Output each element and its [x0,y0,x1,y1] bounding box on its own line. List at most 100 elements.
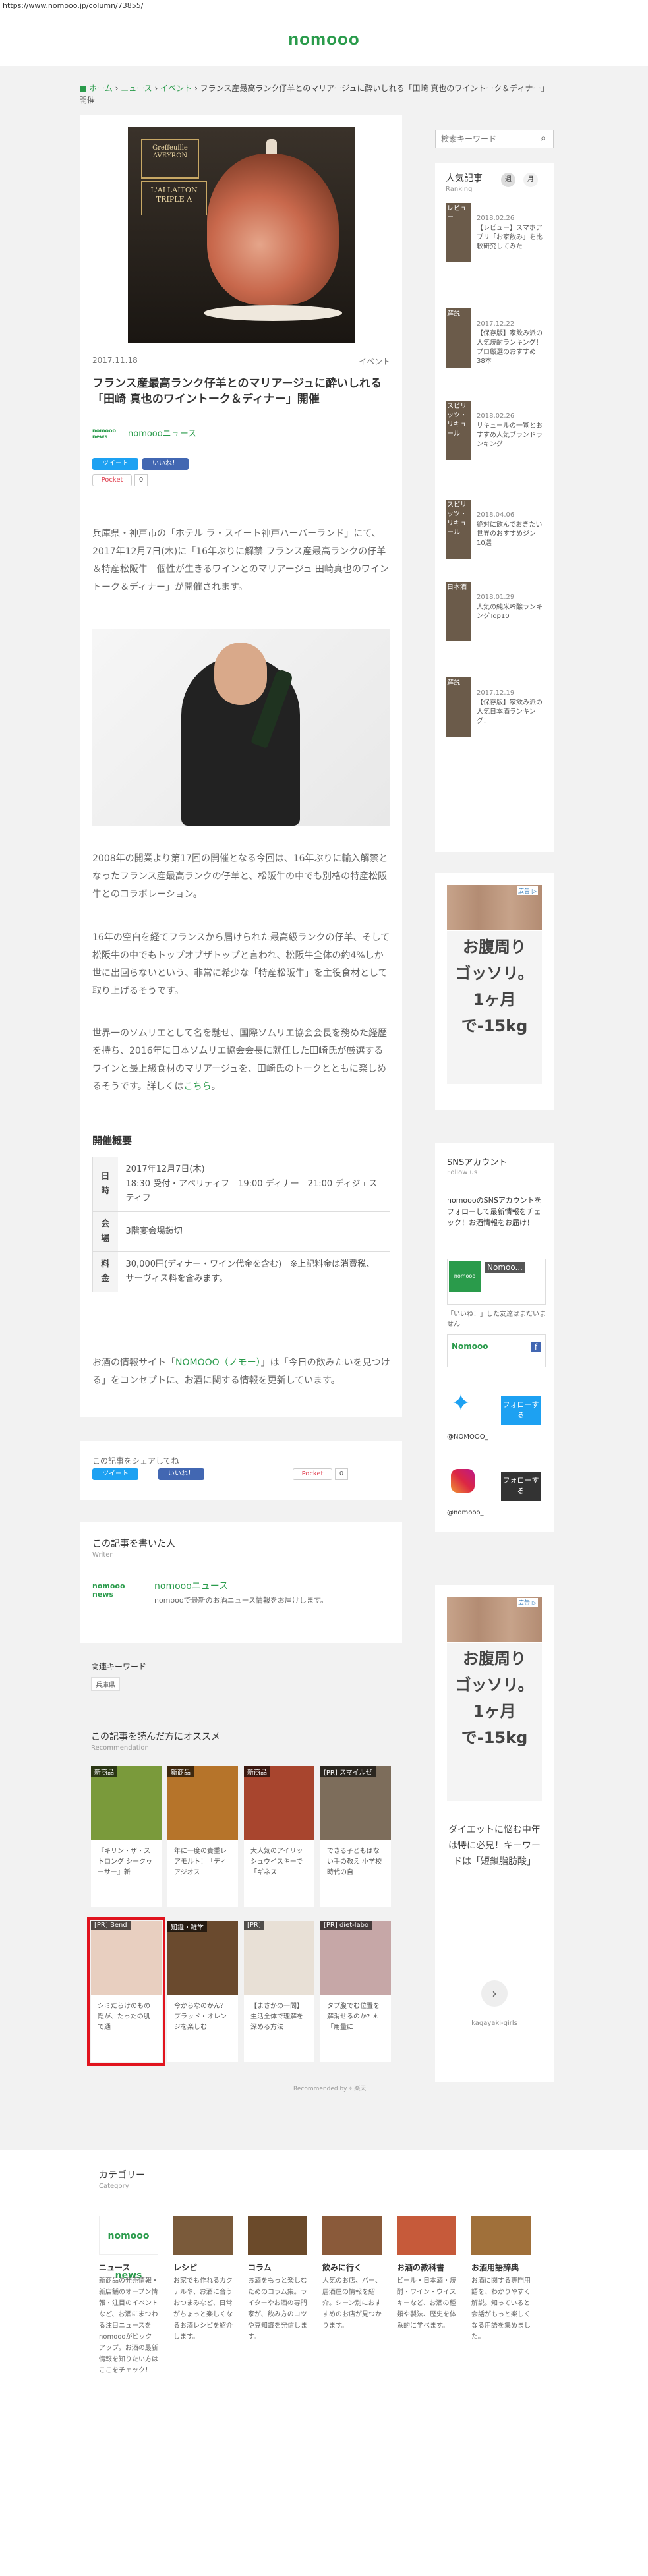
ad-card[interactable]: 広告 ▷ お腹周り ゴッソリ。 1ヶ月 で-15kg [435,873,554,1110]
ad-line: 1ヶ月 [473,990,516,1009]
category-item[interactable]: コラム お酒をもっと楽しむためのコラム集。ライターやお酒の専門家が、飲み方のコツや… [248,2216,312,2343]
ranking-date: 2017.12.19 [477,689,515,697]
recommendation-title: 年に一度の貴重レアモルト！「ディアジオス [174,1848,227,1876]
recommendation-item[interactable]: [PR] 【まさかの一問】生活全体で理解を深める方法 [244,1921,314,2062]
category-item[interactable]: お酒用語辞典お酒に関する専門用語を、わかりやすく解説。知っていると会話がもっと楽… [471,2216,536,2343]
ranking-title: リキュールの一覧とおすすめ人気ブランドランキング [477,422,543,448]
breadcrumb-separator: › [115,84,119,93]
writer-sub: Writer [92,1551,113,1559]
recommendation-item[interactable]: 新商品 大人気のアイリッシュウイスキーで「ギネス [244,1766,314,1907]
category-name[interactable]: お酒の教科書 [397,2262,461,2273]
author-link[interactable]: nomoooニュース [128,426,196,439]
site-logo[interactable]: nomooo [288,29,360,49]
ranking-tab-month[interactable]: 月 [523,173,538,187]
article-card: Greffeuille AVEYRON L'ALLAITON TRIPLE A … [80,115,402,1417]
category-name[interactable]: コラム [248,2262,312,2273]
event-info-table: 日時 2017年12月7日(木) 18:30 受付・アペリティフ 19:00 デ… [92,1157,390,1292]
sns-card: SNSアカウント Follow us nomoooのSNSアカウントをフォローし… [435,1143,554,1532]
ranking-item[interactable]: 日本酒 2018.01.29 人気の純米吟醸ランキングTop10 [446,582,545,661]
ranking-item[interactable]: スピリッツ・リキュール 2018.04.06 絶対に飲んでおきたい世界のおすすめジン… [446,500,545,579]
article-category[interactable]: イベント [359,356,390,367]
ad-label[interactable]: 広告 ▷ [517,886,538,895]
ad-line: お腹周り [463,938,526,956]
photo-face-shape [214,643,267,705]
instagram-icon[interactable] [451,1469,475,1493]
recommendation-sub: Recommendation [91,1744,149,1752]
ad-headline: お腹周り ゴッソリ。 1ヶ月 で-15kg [447,931,542,1084]
facebook-like-button[interactable]: いいね！ [142,458,189,470]
ranking-item[interactable]: スピリッツ・リキュール 2018.02.26 リキュールの一覧とおすすめ人気ブランド… [446,401,545,480]
search-icon[interactable]: ⌕ [541,133,550,144]
section-heading: 開催概要 [92,1135,133,1147]
ad-source: kagayaki-girls [471,2020,517,2027]
recommendation-thumbnail [244,1921,314,1995]
category-description: 人気のお店、バー、居酒屋の情報を紹介。シーン別におすすめのお店が見つかります。 [322,2277,382,2330]
keyword-tag[interactable]: 兵庫県 [91,1677,120,1691]
table-cell: 3階宴会場鎧切 [117,1211,390,1252]
recommendation-title: 今からなのかん？ブラッド・オレンジを楽しむ [174,2003,227,2031]
ranking-item[interactable]: 解説 2017.12.22 【保存版】家飲み派の人気焼酎ランキング！プロ厳選のおすす… [446,308,545,387]
category-thumbnail [322,2216,382,2255]
pocket-button[interactable]: Pocket [92,474,132,486]
recommendation-item[interactable]: [PR] スマイルゼ できる子どもはない手の教え 小学校時代の自 [320,1766,391,1907]
table-row: 日時 2017年12月7日(木) 18:30 受付・アペリティフ 19:00 デ… [92,1157,390,1212]
article-paragraph: 2008年の開業より第17回の開催となる今回は、16年ぶりに輸入解禁となったフラ… [92,853,388,900]
nomooo-link[interactable]: NOMOOO（ノモー） [175,1358,261,1368]
category-item[interactable]: nomooo news ニュース 新商品の発売情報・新店舗のオープン情報・注目のイベ… [99,2216,163,2376]
tweet-button[interactable]: ツイート [92,458,138,470]
sns-heading-block: SNSアカウント Follow us [447,1155,507,1176]
recommendation-tag: 知識・雑学 [167,1921,207,1932]
ad-label[interactable]: 広告 ▷ [517,1598,538,1607]
category-name[interactable]: レシピ [173,2262,238,2273]
ad-line: で-15kg [461,1729,528,1747]
category-name[interactable]: お酒用語辞典 [471,2262,536,2273]
ad-card[interactable]: 広告 ▷ お腹周り ゴッソリ。 1ヶ月 で-15kg ダイエットに悩む中年は特に… [435,1585,554,2082]
facebook-like-text: 「いいね！」した友達はまだいません [447,1311,546,1328]
keywords-section: 関連キーワード 兵庫県 [91,1661,146,1691]
chevron-right-icon[interactable]: › [481,1980,508,2007]
ranking-item[interactable]: 解説 2017.12.19 【保存版】家飲み派の人気日本酒ランキング！ [446,677,545,757]
twitter-handle: @NOMOOO_ [447,1433,488,1441]
instagram-follow-button[interactable]: フォローする [501,1472,541,1501]
article-photo [92,629,390,826]
pocket-button[interactable]: Pocket [293,1468,332,1480]
category-item[interactable]: お酒の教科書 ビール・日本酒・焼酎・ワイン・ウイスキーなど、お酒の種類や製法、歴史… [397,2216,461,2332]
recommendation-item[interactable]: [PR] diet-labo タプ腹でむ位置を解消せるのか? ＊「用量に [320,1921,391,2062]
url-bar: https://www.nomooo.jp/column/73855/ [0,0,648,12]
category-item[interactable]: 飲みに行く人気のお店、バー、居酒屋の情報を紹介。シーン別におすすめのお店が見つか… [322,2216,387,2332]
ranking-item[interactable]: レビュー 2018.02.26 【レビュー】スマホアプリ「お家飲み」を比較研究してみ… [446,203,545,282]
category-heading: カテゴリー [99,2170,145,2181]
ranking-date: 2018.02.26 [477,215,515,222]
writer-heading: この記事を書いた人 [92,1539,175,1549]
facebook-like-button[interactable]: いいね！ [158,1468,204,1480]
recommendation-item[interactable]: 知識・雑学今からなのかん？ブラッド・オレンジを楽しむ [167,1921,238,2062]
ranking-tab-week[interactable]: 週 [501,173,515,187]
breadcrumb-news[interactable]: ニュース [121,84,152,93]
ranking-date: 2018.04.06 [477,511,515,519]
facebook-page-name[interactable]: Nomooo [452,1342,488,1351]
search-input[interactable] [435,130,554,148]
breadcrumb-event[interactable]: イベント [160,84,192,93]
recommendation-item[interactable]: 新商品 年に一度の貴重レアモルト！「ディアジオス [167,1766,238,1907]
recommendation-thumbnail [91,1921,162,1995]
facebook-page-name[interactable]: Nomoo... [485,1262,525,1273]
ranking-thumbnail: 解説 [446,677,471,737]
details-link[interactable]: こちら [184,1081,212,1092]
facebook-icon: f [531,1342,541,1352]
recommendation-item[interactable]: 新商品 『キリン・ザ・ストロング シークヮーサー』新 [91,1766,162,1907]
tweet-button[interactable]: ツイート [92,1468,138,1480]
category-item[interactable]: レシピ お家でも作れるカクテルや、お酒に合うおつまみなど、日常がちょっと楽しくなる… [173,2216,238,2343]
breadcrumb-home[interactable]: ホーム [89,84,113,93]
ranking-date: 2018.02.26 [477,413,515,420]
category-description: お酒に関する専門用語を、わかりやすく解説。知っていると会話がもっと楽しくなる用語… [471,2277,531,2341]
writer-name-link[interactable]: nomoooニュース [154,1579,228,1592]
category-name[interactable]: 飲みに行く [322,2262,387,2273]
recommendation-item[interactable]: [PR] Bend シミだらけのもの隠が、たったの肌で通 [87,1917,165,2066]
ranking-thumbnail: スピリッツ・リキュール [446,500,471,559]
recommendation-tag: [PR] [244,1921,264,1930]
twitter-icon[interactable]: ✦ [451,1390,477,1417]
facebook-widget-2[interactable]: Nomooo f [447,1334,546,1367]
recommendation-title: 【まさかの一問】生活全体で理解を深める方法 [250,2003,303,2031]
twitter-follow-button[interactable]: フォローする [501,1396,541,1425]
facebook-widget[interactable]: nomooo news Nomoo... [447,1259,546,1311]
